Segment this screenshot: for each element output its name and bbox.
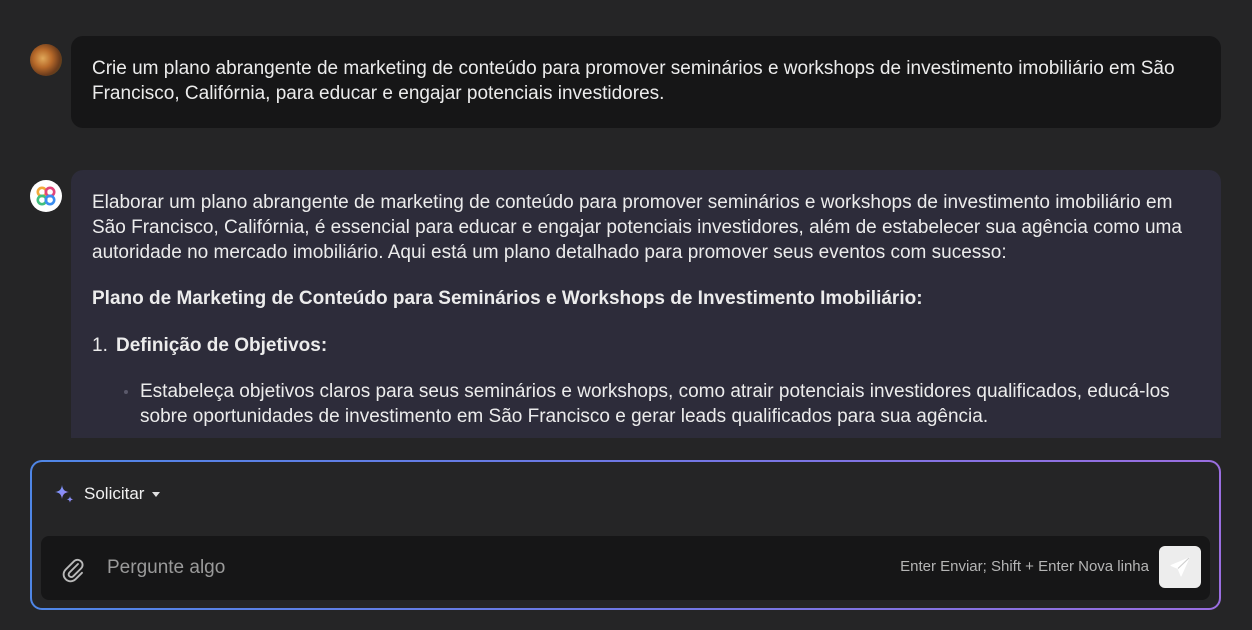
assistant-intro-text: Elaborar um plano abrangente de marketin… — [92, 192, 1182, 263]
assistant-avatar — [30, 180, 62, 212]
composer-panel: Solicitar Enter Enviar; Shift + Enter No… — [32, 462, 1219, 608]
chat-window: Crie um plano abrangente de marketing de… — [0, 0, 1252, 630]
user-message-text: Crie um plano abrangente de marketing de… — [92, 58, 1175, 104]
paperclip-icon[interactable] — [59, 555, 85, 583]
keyboard-hint: Enter Enviar; Shift + Enter Nova linha — [900, 558, 1149, 575]
list-item-number: 1. — [92, 335, 108, 356]
mode-dropdown[interactable]: Solicitar — [53, 483, 161, 505]
composer: Solicitar Enter Enviar; Shift + Enter No… — [30, 460, 1221, 610]
assistant-message-bubble: Elaborar um plano abrangente de marketin… — [71, 170, 1221, 438]
sparkle-icon — [55, 485, 74, 503]
send-icon — [1170, 557, 1190, 577]
user-avatar — [30, 44, 62, 76]
caret-down-icon — [152, 491, 161, 497]
user-message-bubble: Crie um plano abrangente de marketing de… — [71, 36, 1221, 128]
prompt-input-box: Enter Enviar; Shift + Enter Nova linha — [41, 536, 1210, 600]
send-button[interactable] — [1159, 546, 1201, 588]
assistant-heading: Plano de Marketing de Conteúdo para Semi… — [92, 288, 923, 309]
mode-label: Solicitar — [84, 484, 145, 503]
list-item-bullet: Estabeleça objetivos claros para seus se… — [92, 379, 1191, 429]
list-item: 1. Definição de Objetivos: — [92, 333, 1191, 358]
assistant-logo-icon — [36, 186, 56, 206]
prompt-input[interactable] — [105, 554, 709, 582]
list-item-title: Definição de Objetivos: — [116, 335, 328, 356]
